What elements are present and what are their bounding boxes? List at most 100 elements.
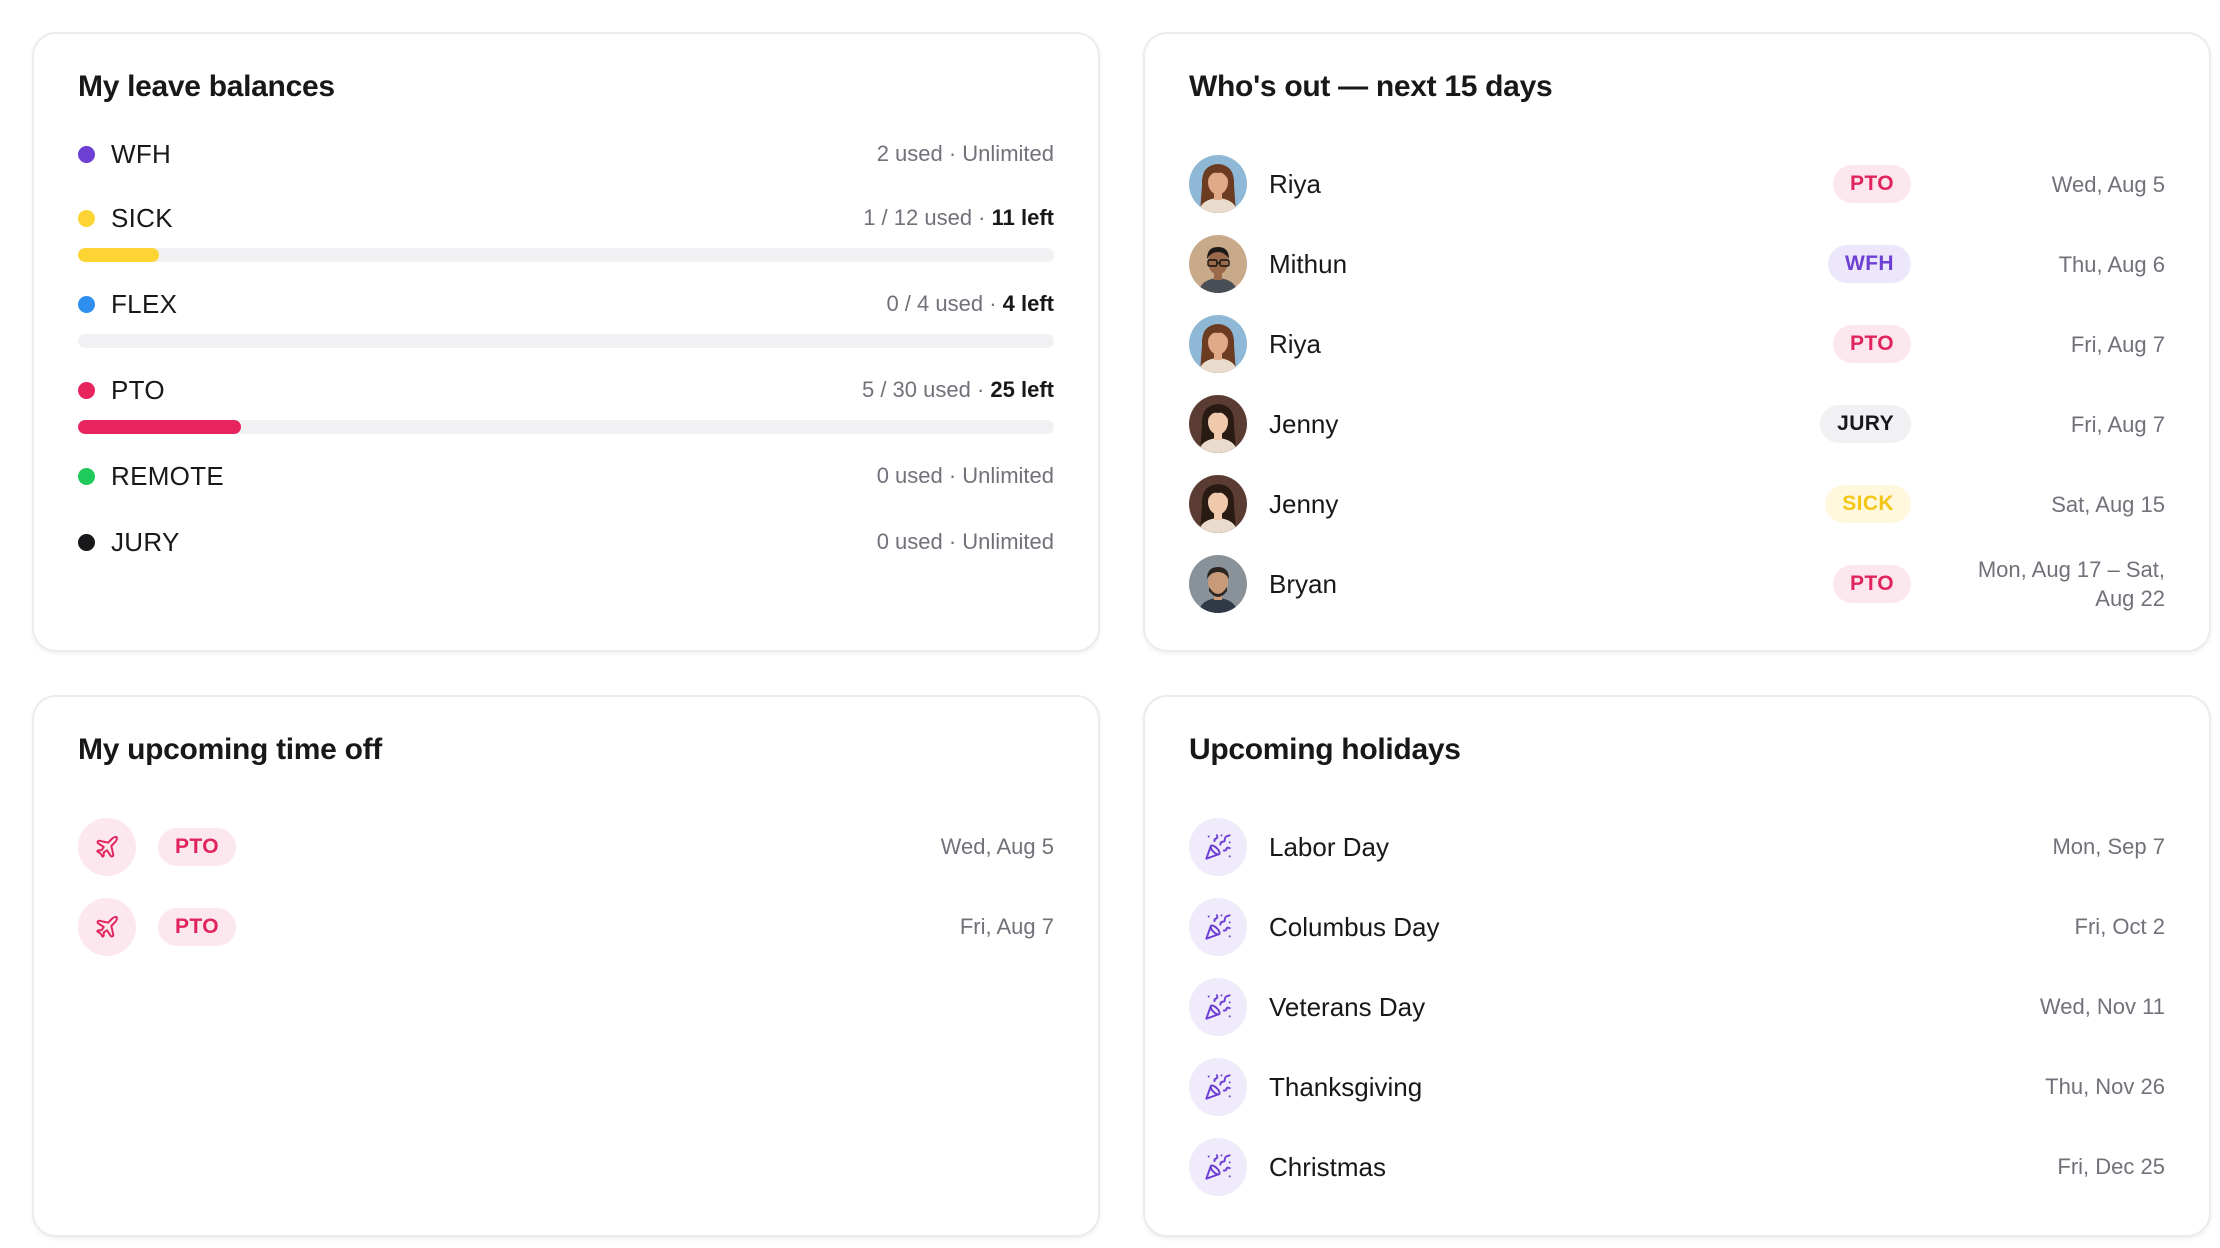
holiday-row[interactable]: Christmas Fri, Dec 25 bbox=[1189, 1127, 2165, 1207]
leave-used-text: 2 used · Unlimited bbox=[876, 141, 1054, 166]
leave-type-color-dot bbox=[78, 467, 95, 485]
leave-date: Sat, Aug 15 bbox=[2051, 491, 2165, 517]
leave-used-text: 1 / 12 used · bbox=[863, 205, 992, 230]
leave-usage-text: 2 used · Unlimited bbox=[877, 141, 1054, 167]
leave-type-badge: PTO bbox=[1833, 325, 1911, 363]
leave-date: Thu, Aug 6 bbox=[2058, 251, 2165, 277]
leave-progress-bar bbox=[78, 420, 1054, 434]
leave-balances-list: WFH 2 used · Unlimited SICK 1 / 12 used · 1… bbox=[78, 134, 1054, 562]
avatar bbox=[1189, 155, 1247, 213]
leave-progress-bar bbox=[78, 248, 1054, 262]
whos-out-row[interactable]: Riya PTO Wed, Aug 5 bbox=[1189, 144, 2165, 224]
leave-date: Wed, Aug 5 bbox=[2051, 171, 2165, 197]
leave-usage-text: 5 / 30 used · 25 left bbox=[862, 377, 1054, 403]
leave-balances-title: My leave balances bbox=[78, 70, 335, 103]
leave-date: Fri, Aug 7 bbox=[2070, 331, 2165, 357]
holiday-row[interactable]: Thanksgiving Thu, Nov 26 bbox=[1189, 1047, 2165, 1127]
leave-balance-header: PTO 5 / 30 used · 25 left bbox=[78, 370, 1054, 410]
holiday-date: Wed, Nov 11 bbox=[2039, 994, 2165, 1019]
airplane-icon bbox=[78, 818, 136, 876]
whos-out-row[interactable]: Jenny JURY Fri, Aug 7 bbox=[1189, 384, 2165, 464]
holiday-row[interactable]: Veterans Day Wed, Nov 11 bbox=[1189, 967, 2165, 1047]
leave-type-name: PTO bbox=[111, 374, 165, 405]
leave-remaining-text: 25 left bbox=[990, 377, 1054, 402]
leave-type-badge-cell: PTO bbox=[1751, 165, 1911, 203]
leave-usage-text: 0 used · Unlimited bbox=[877, 463, 1054, 489]
leave-balance-row: SICK 1 / 12 used · 11 left bbox=[78, 198, 1054, 262]
leave-type-color-dot bbox=[78, 209, 95, 227]
whos-out-row[interactable]: Jenny SICK Sat, Aug 15 bbox=[1189, 464, 2165, 544]
leave-type-name: WFH bbox=[111, 138, 172, 169]
holiday-name: Veterans Day bbox=[1269, 991, 1426, 1022]
party-popper-icon bbox=[1189, 1138, 1247, 1196]
person-name: Mithun bbox=[1269, 248, 1348, 279]
avatar bbox=[1189, 235, 1247, 293]
leave-usage-text: 1 / 12 used · 11 left bbox=[863, 205, 1054, 231]
upcoming-holidays-list: Labor Day Mon, Sep 7 Columbus Day Fri, Oct … bbox=[1189, 807, 2165, 1207]
leave-balance-header: FLEX 0 / 4 used · 4 left bbox=[78, 284, 1054, 324]
time-off-date: Wed, Aug 5 bbox=[940, 834, 1054, 859]
whos-out-row[interactable]: Riya PTO Fri, Aug 7 bbox=[1189, 304, 2165, 384]
leave-used-text: 0 / 4 used · bbox=[886, 291, 1003, 316]
leave-type-badge-cell: WFH bbox=[1751, 245, 1911, 283]
time-off-row[interactable]: PTO Fri, Aug 7 bbox=[78, 887, 1054, 967]
leave-used-text: 0 used · Unlimited bbox=[876, 463, 1054, 488]
leave-type-badge: PTO bbox=[1833, 565, 1911, 603]
whos-out-row[interactable]: Mithun WFH Thu, Aug 6 bbox=[1189, 224, 2165, 304]
leave-balance-row: JURY 0 used · Unlimited bbox=[78, 522, 1054, 562]
party-popper-icon bbox=[1189, 818, 1247, 876]
upcoming-holidays-title: Upcoming holidays bbox=[1189, 733, 1461, 766]
leave-balance-header: SICK 1 / 12 used · 11 left bbox=[78, 198, 1054, 238]
leave-type-badge: PTO bbox=[158, 828, 236, 866]
holiday-date: Thu, Nov 26 bbox=[2045, 1074, 2165, 1099]
holiday-name: Christmas bbox=[1269, 1151, 1387, 1182]
leave-used-text: 5 / 30 used · bbox=[861, 377, 991, 402]
leave-balance-row: WFH 2 used · Unlimited bbox=[78, 134, 1054, 174]
party-popper-icon bbox=[1189, 1058, 1247, 1116]
leave-type-badge: PTO bbox=[158, 908, 236, 946]
leave-date: Mon, Aug 17 – Sat, Aug 22 bbox=[1977, 557, 2165, 611]
holiday-name: Labor Day bbox=[1269, 831, 1389, 862]
leave-balance-row: REMOTE 0 used · Unlimited bbox=[78, 456, 1054, 496]
leave-balance-header: REMOTE 0 used · Unlimited bbox=[78, 456, 1054, 496]
leave-type-badge: PTO bbox=[1833, 165, 1911, 203]
party-popper-icon bbox=[1189, 898, 1247, 956]
holiday-date: Fri, Oct 2 bbox=[2074, 914, 2165, 939]
leave-progress-fill bbox=[78, 248, 159, 262]
time-off-date: Fri, Aug 7 bbox=[959, 914, 1054, 939]
airplane-icon bbox=[78, 898, 136, 956]
leave-type-badge: WFH bbox=[1827, 245, 1911, 283]
leave-type-name: REMOTE bbox=[111, 460, 225, 491]
leave-progress-fill bbox=[78, 420, 241, 434]
upcoming-time-off-list: PTO Wed, Aug 5 PTO Fri, Aug 7 bbox=[78, 807, 1054, 967]
leave-type-name: JURY bbox=[111, 526, 180, 557]
holiday-date: Mon, Sep 7 bbox=[2052, 834, 2165, 859]
leave-type-badge-cell: PTO bbox=[1751, 325, 1911, 363]
time-off-row[interactable]: PTO Wed, Aug 5 bbox=[78, 807, 1054, 887]
leave-balance-header: JURY 0 used · Unlimited bbox=[78, 522, 1054, 562]
leave-balances-card: My leave balances WFH 2 used · Unlimited S… bbox=[32, 32, 1100, 652]
holiday-row[interactable]: Columbus Day Fri, Oct 2 bbox=[1189, 887, 2165, 967]
avatar bbox=[1189, 475, 1247, 533]
avatar bbox=[1189, 555, 1247, 613]
avatar bbox=[1189, 395, 1247, 453]
leave-date: Fri, Aug 7 bbox=[2070, 411, 2165, 437]
holiday-name: Thanksgiving bbox=[1269, 1071, 1423, 1102]
leave-type-color-dot bbox=[78, 295, 95, 313]
leave-type-name: SICK bbox=[111, 202, 173, 233]
person-name: Jenny bbox=[1269, 488, 1339, 519]
person-name: Riya bbox=[1269, 168, 1322, 199]
leave-balance-row: PTO 5 / 30 used · 25 left bbox=[78, 370, 1054, 434]
leave-type-badge: SICK bbox=[1825, 485, 1911, 523]
leave-type-badge-cell: PTO bbox=[1751, 565, 1911, 603]
person-name: Riya bbox=[1269, 328, 1322, 359]
leave-type-badge-cell: SICK bbox=[1751, 485, 1911, 523]
leave-remaining-text: 11 left bbox=[991, 205, 1054, 230]
upcoming-time-off-card: My upcoming time off PTO Wed, Aug 5 PTO Fri… bbox=[32, 695, 1100, 1237]
holiday-row[interactable]: Labor Day Mon, Sep 7 bbox=[1189, 807, 2165, 887]
whos-out-row[interactable]: Bryan PTO Mon, Aug 17 – Sat, Aug 22 bbox=[1189, 544, 2165, 624]
leave-type-badge: JURY bbox=[1820, 405, 1911, 443]
whos-out-card: Who's out — next 15 days Riya PTO Wed, Aug… bbox=[1143, 32, 2211, 652]
holiday-date: Fri, Dec 25 bbox=[2057, 1154, 2165, 1179]
leave-type-color-dot bbox=[78, 533, 95, 551]
